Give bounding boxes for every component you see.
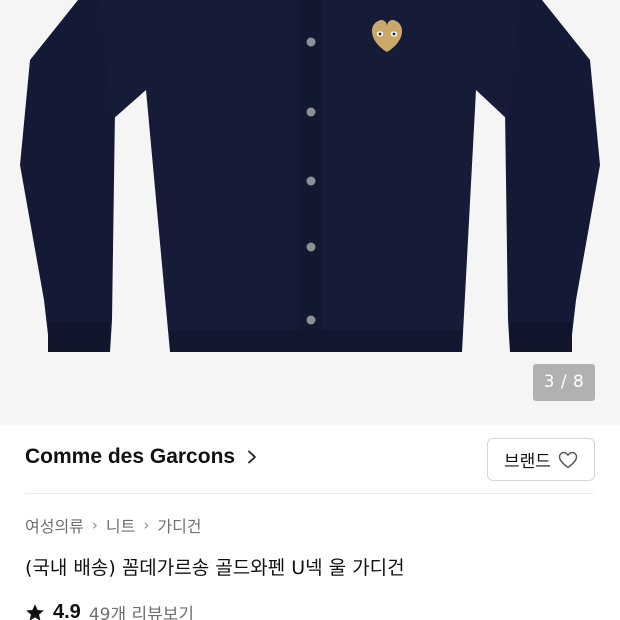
- rating-value: 4.9: [53, 601, 81, 620]
- product-image-gallery[interactable]: 3 / 8: [0, 0, 620, 425]
- breadcrumb: 여성의류 › 니트 › 가디건: [25, 513, 202, 537]
- brand-name: Comme des Garcons: [25, 445, 236, 468]
- product-title: (국내 배송) 꼼데가르송 골드와펜 U넥 울 가디건: [25, 557, 405, 579]
- section-divider: [25, 493, 595, 494]
- brand-follow-button[interactable]: 브랜드: [487, 438, 595, 481]
- star-icon: [26, 603, 44, 620]
- chevron-right-icon: [248, 450, 256, 464]
- chevron-right-icon: ›: [91, 516, 98, 534]
- heart-outline-icon: [558, 451, 578, 468]
- brand-follow-label: 브랜드: [504, 452, 551, 472]
- chevron-right-icon: ›: [143, 516, 150, 534]
- breadcrumb-item-knit[interactable]: 니트: [106, 513, 135, 537]
- brand-link[interactable]: Comme des Garcons: [25, 445, 259, 469]
- breadcrumb-item-women-clothing[interactable]: 여성의류: [25, 513, 84, 537]
- breadcrumb-item-cardigan[interactable]: 가디건: [157, 513, 201, 537]
- review-link[interactable]: 49개 리뷰보기: [89, 600, 194, 620]
- brand-row: Comme des Garcons 브랜드: [0, 425, 620, 495]
- image-counter: 3 / 8: [533, 364, 595, 401]
- rating-row: 4.9 49개 리뷰보기: [25, 600, 194, 620]
- cardigan-image: [20, 0, 600, 352]
